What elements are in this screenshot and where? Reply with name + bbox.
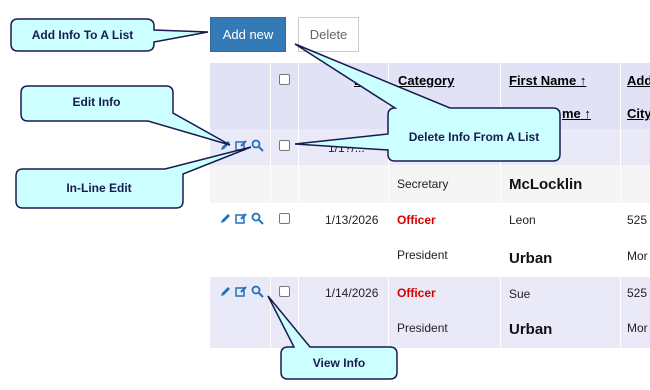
row-last-name: Urban [509, 321, 553, 338]
inline-edit-icon[interactable] [235, 285, 248, 298]
row-category: President [397, 248, 448, 262]
row-last-name: McLocklin [509, 176, 583, 193]
city-column-header[interactable]: City [627, 106, 650, 121]
add-new-button[interactable]: Add new [210, 17, 286, 52]
row-city: Mor [627, 249, 648, 263]
sort-ascending-icon: ↑ [584, 106, 591, 121]
sort-ascending-icon: ↑ [579, 73, 587, 88]
address-column-header[interactable]: Add [627, 73, 650, 88]
row-date: 1/13/2026 [325, 213, 379, 227]
row-address: 525 [627, 213, 648, 227]
row-address: 525 [627, 286, 648, 300]
row-checkbox[interactable] [279, 213, 290, 224]
last-name-column-header[interactable]: me ↑ [562, 106, 591, 121]
view-info-callout: View Info [267, 295, 403, 381]
table-row: 1/13/2026 Officer Leon 525 [210, 203, 650, 239]
magnifier-icon[interactable] [251, 212, 264, 225]
inline-edit-icon[interactable] [235, 212, 248, 225]
edit-info-callout: Edit Info [20, 85, 235, 150]
row-checkbox[interactable] [279, 140, 290, 151]
table-row-detail: President Urban Mor [210, 239, 650, 277]
row-first-name: Sue [509, 287, 531, 301]
row-first-name: Leon [509, 213, 536, 227]
row-category: President [397, 321, 448, 335]
select-all-checkbox[interactable] [279, 74, 290, 85]
inline-edit-callout: In-Line Edit [15, 146, 255, 212]
row-category: Secretary [397, 177, 449, 191]
magnifier-icon[interactable] [251, 285, 264, 298]
table-row-detail: Secretary McLocklin [210, 165, 650, 203]
pencil-icon[interactable] [219, 285, 232, 298]
add-info-callout: Add Info To A List [10, 18, 210, 58]
row-category: Officer [397, 213, 436, 227]
row-city: Mor [627, 321, 648, 335]
delete-info-callout: Delete Info From A List [294, 43, 565, 169]
row-last-name: Urban [509, 250, 553, 267]
pencil-icon[interactable] [219, 212, 232, 225]
